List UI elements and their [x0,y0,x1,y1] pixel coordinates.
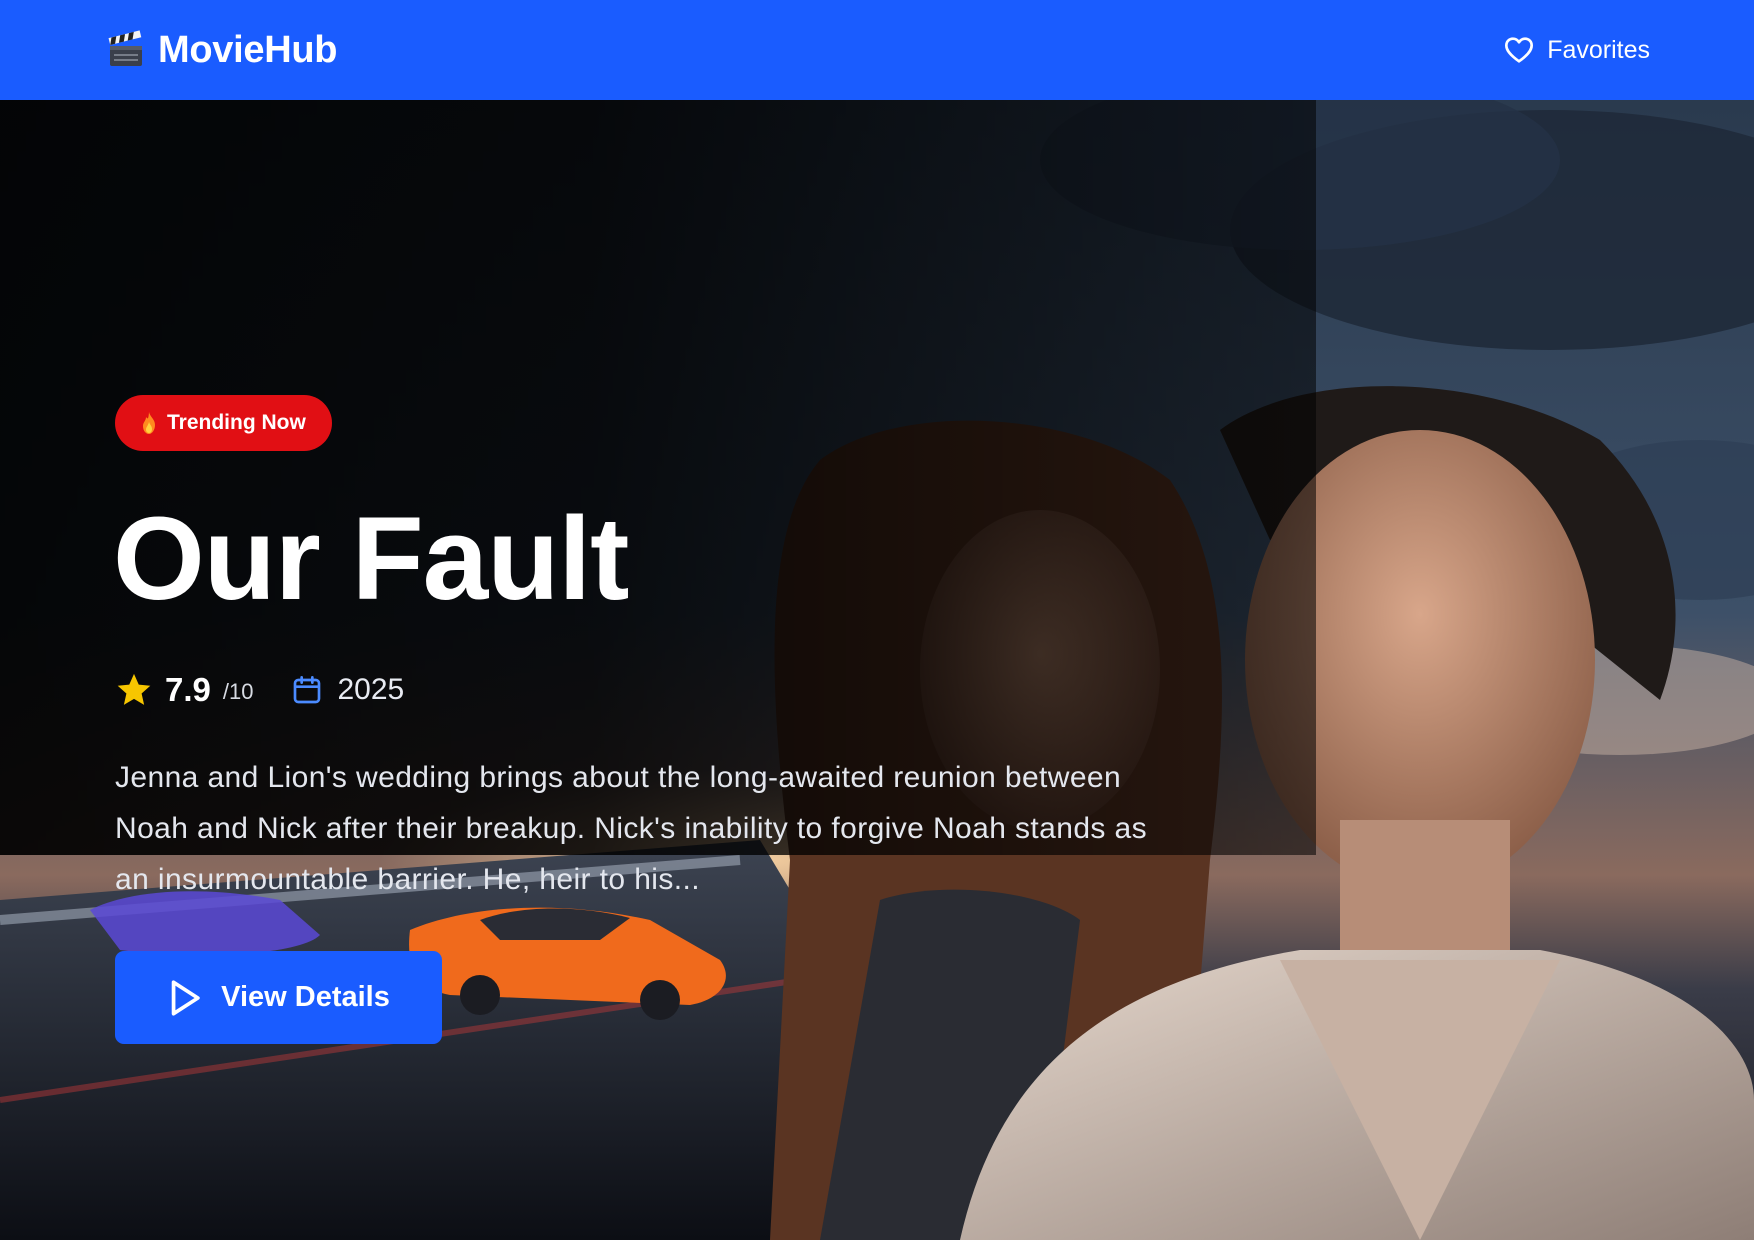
view-details-button[interactable]: View Details [115,951,442,1044]
movie-title: Our Fault [113,493,629,625]
movie-description: Jenna and Lion's wedding brings about th… [115,761,1148,896]
fire-icon [143,412,155,434]
favorites-label: Favorites [1547,35,1650,64]
calendar-icon [294,676,321,704]
rating-value: 7.9 [165,671,211,708]
trending-badge-label: Trending Now [167,411,306,434]
brand-logo-link[interactable]: MovieHub [106,29,337,72]
view-details-label: View Details [221,981,390,1013]
movie-meta: 7.9 /10 2025 [115,665,404,715]
hero-banner: Trending Now Our Fault 7.9 /10 2025 Jenn… [0,100,1754,1240]
trending-badge: Trending Now [115,395,332,451]
hero-dark-overlay [0,100,1316,855]
favorites-link[interactable]: Favorites [1503,34,1650,66]
star-icon [117,673,151,705]
release-year: 2025 [337,673,405,706]
brand-name: MovieHub [158,28,338,71]
top-navbar: MovieHub Favorites [0,0,1754,100]
rating-max: /10 [222,679,254,704]
heart-icon [1505,37,1534,63]
clapperboard-icon [108,30,142,66]
play-icon [171,979,200,1016]
